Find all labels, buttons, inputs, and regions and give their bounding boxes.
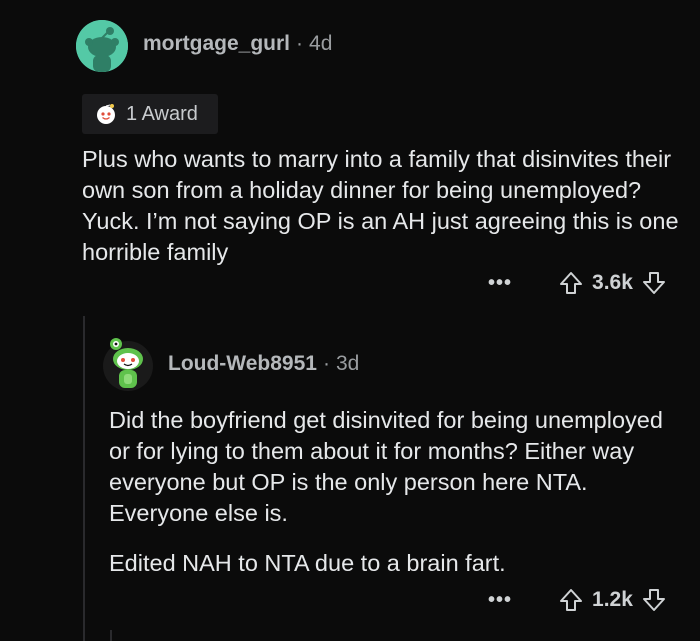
wholesome-award-icon (97, 104, 115, 124)
downvote-icon[interactable] (641, 270, 667, 296)
award-badge[interactable]: 1 Award (82, 94, 218, 134)
thread-line[interactable] (110, 630, 112, 641)
comment-age: 3d (335, 352, 360, 375)
snoo-icon (76, 20, 128, 72)
thread-line[interactable] (83, 316, 85, 641)
comment-age: 4d (309, 32, 333, 55)
comment-meta: mortgage_gurl · 4d (143, 32, 332, 56)
upvote-icon[interactable] (558, 270, 584, 296)
comment-body: Did the boyfriend get disinvited for bei… (109, 407, 663, 526)
comment-body: Plus who wants to marry into a family th… (82, 146, 679, 265)
more-options-button[interactable]: ••• (488, 272, 512, 295)
comment-actions: ••• 3.6k (488, 270, 667, 296)
username[interactable]: mortgage_gurl (143, 32, 290, 55)
vote-count: 3.6k (592, 271, 633, 294)
comment-meta: Loud-Web8951 · 3d (168, 352, 359, 376)
downvote-icon[interactable] (641, 587, 667, 613)
separator-dot: · (322, 352, 330, 375)
vote-count: 1.2k (592, 588, 633, 611)
comment-actions: ••• 1.2k (488, 587, 667, 613)
avatar[interactable] (102, 336, 154, 392)
avatar[interactable] (76, 20, 128, 72)
award-label: 1 Award (126, 102, 198, 125)
comment-edit-note: Edited NAH to NTA due to a brain fart. (109, 550, 506, 576)
separator-dot: · (296, 32, 304, 55)
snoo-frog-hood-icon (103, 338, 153, 391)
username[interactable]: Loud-Web8951 (168, 352, 317, 375)
more-options-button[interactable]: ••• (488, 589, 512, 612)
upvote-icon[interactable] (558, 587, 584, 613)
